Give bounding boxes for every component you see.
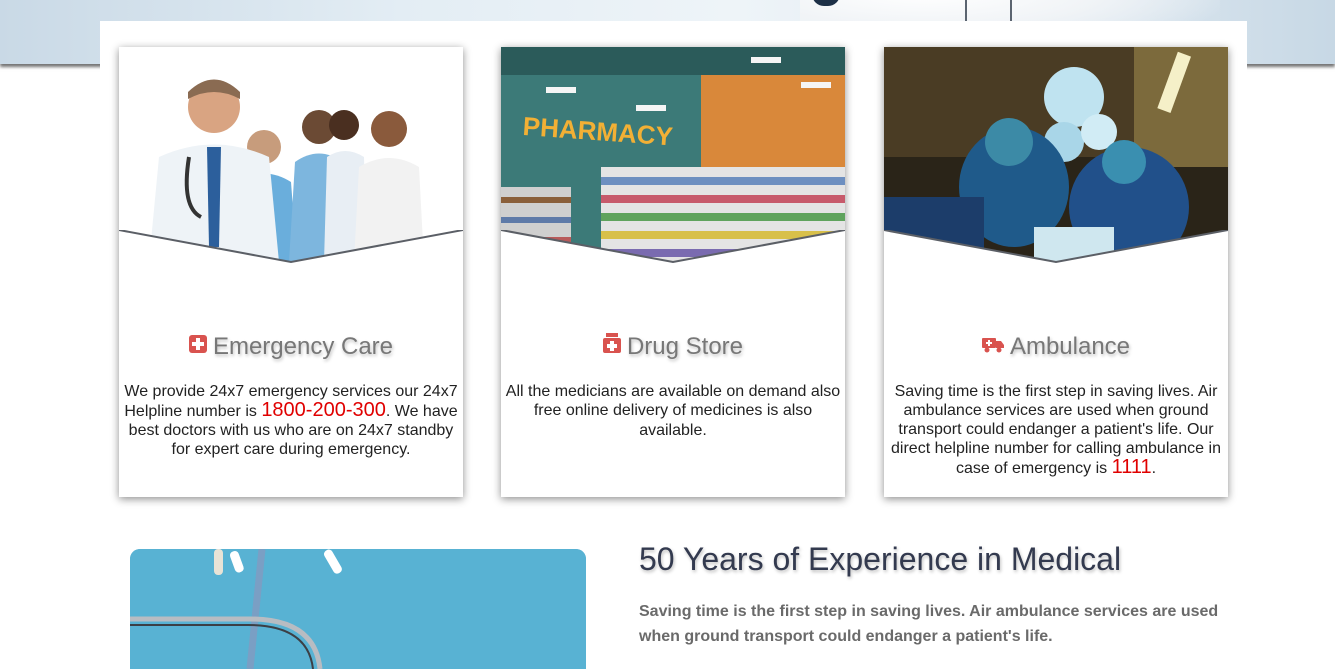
card-description: All the medicians are available on deman… [505,383,841,439]
medicine-bottle-icon [602,332,621,360]
ambulance-number[interactable]: 1111 [1112,456,1152,478]
card-description: Saving time is the first step in saving … [891,383,1221,478]
medical-plus-icon [188,332,207,360]
service-card-ambulance[interactable]: Ambulance Saving time is the first step … [884,47,1228,497]
ambulance-truck-icon [981,332,1004,360]
hero-coat-line [965,0,967,22]
card-title: Ambulance [884,332,1228,361]
card-chevron-divider [501,230,845,310]
card-title: Emergency Care [119,332,463,361]
experience-heading: 50 Years of Experience in Medical [639,541,1122,577]
card-chevron-divider [884,230,1228,310]
experience-text: Saving time is the first step in saving … [639,603,1219,645]
stethoscope-image [130,549,586,669]
card-title: Drug Store [501,332,845,361]
service-card-drug-store[interactable]: PHARMACY Drug Store All the medicians ar… [501,47,845,497]
helpline-number[interactable]: 1800-200-300 [261,399,386,421]
service-card-emergency-care[interactable]: Emergency Care We provide 24x7 emergency… [119,47,463,497]
card-description: We provide 24x7 emergency services our 2… [124,383,458,458]
hero-coat-line [1010,0,1012,22]
card-chevron-divider [119,230,463,310]
